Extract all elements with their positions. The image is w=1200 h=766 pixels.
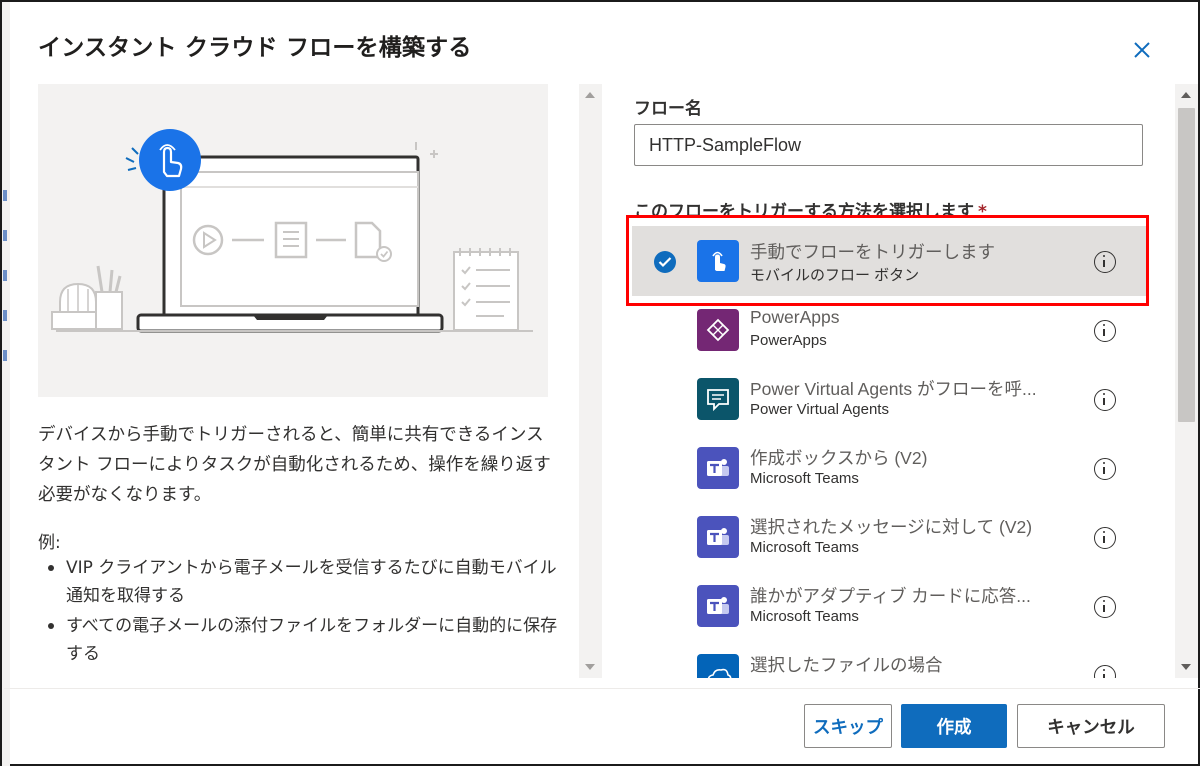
right-scrollbar[interactable] — [1175, 84, 1198, 678]
example-label: 例: — [38, 533, 61, 553]
trigger-item-teams-adaptive-card[interactable]: 誰かがアダプティブ カードに応答... Microsoft Teams — [632, 571, 1146, 641]
skip-button[interactable]: スキップ — [804, 704, 892, 748]
info-icon[interactable] — [1094, 389, 1116, 411]
scroll-down-arrow-icon[interactable] — [1181, 664, 1191, 670]
flow-name-input[interactable] — [634, 124, 1143, 166]
example-item: すべての電子メールの添付ファイルをフォルダーに自動的に保存する — [38, 612, 558, 668]
trigger-item-power-virtual-agents[interactable]: Power Virtual Agents がフローを呼... Power Vir… — [632, 364, 1146, 434]
info-icon[interactable] — [1094, 527, 1116, 549]
background-edge — [2, 2, 10, 766]
trigger-title: 誰かがアダプティブ カードに応答... — [750, 586, 1031, 606]
trigger-select-label: このフローをトリガーする方法を選択します * — [634, 197, 1034, 217]
example-list: VIP クライアントから電子メールを受信するたびに自動モバイル通知を取得する す… — [38, 554, 558, 670]
scroll-down-arrow-icon[interactable] — [585, 664, 595, 670]
trigger-subtitle: Microsoft Teams — [750, 539, 859, 556]
teams-icon — [697, 585, 739, 627]
trigger-subtitle: Microsoft Teams — [750, 608, 859, 625]
footer-divider — [4, 688, 1200, 689]
scrollbar-thumb[interactable] — [1178, 108, 1195, 422]
trigger-subtitle: PowerApps — [750, 332, 827, 349]
trigger-title: 選択されたメッセージに対して (V2) — [750, 517, 1033, 537]
cancel-button[interactable]: キャンセル — [1017, 704, 1165, 748]
powerapps-icon — [697, 309, 739, 351]
info-icon[interactable] — [1094, 665, 1116, 678]
close-icon — [1134, 42, 1150, 58]
teams-icon — [697, 447, 739, 489]
trigger-subtitle: Microsoft Teams — [750, 470, 859, 487]
trigger-item-selected-file[interactable]: 選択したファイルの場合 — [632, 640, 1146, 678]
onedrive-icon — [697, 654, 739, 678]
trigger-title: 選択したファイルの場合 — [750, 655, 943, 675]
scroll-up-arrow-icon[interactable] — [585, 92, 595, 98]
flow-name-label: フロー名 — [634, 99, 702, 119]
left-scrollbar[interactable] — [579, 84, 602, 678]
selection-highlight-box — [626, 215, 1149, 306]
info-icon[interactable] — [1094, 458, 1116, 480]
chat-bubble-icon — [697, 378, 739, 420]
example-item: VIP クライアントから電子メールを受信するたびに自動モバイル通知を取得する — [38, 554, 558, 610]
trigger-title: 作成ボックスから (V2) — [750, 448, 928, 468]
info-icon[interactable] — [1094, 320, 1116, 342]
trigger-title: PowerApps — [750, 307, 840, 327]
trigger-title: Power Virtual Agents がフローを呼... — [750, 379, 1037, 399]
trigger-subtitle: Power Virtual Agents — [750, 401, 889, 418]
dialog: インスタント クラウド フローを構築する デバイスから手動でトリガーされると、簡… — [0, 0, 1200, 766]
create-button[interactable]: 作成 — [901, 704, 1007, 748]
info-icon[interactable] — [1094, 596, 1116, 618]
illustration — [38, 84, 548, 397]
teams-icon — [697, 516, 739, 558]
scroll-up-arrow-icon[interactable] — [1181, 92, 1191, 98]
dialog-title: インスタント クラウド フローを構築する — [38, 35, 472, 61]
trigger-item-teams-selected-message[interactable]: 選択されたメッセージに対して (V2) Microsoft Teams — [632, 502, 1146, 572]
close-button[interactable] — [1130, 38, 1154, 62]
description-text: デバイスから手動でトリガーされると、簡単に共有できるインスタント フローによりタ… — [38, 425, 551, 505]
trigger-item-teams-compose[interactable]: 作成ボックスから (V2) Microsoft Teams — [632, 433, 1146, 503]
